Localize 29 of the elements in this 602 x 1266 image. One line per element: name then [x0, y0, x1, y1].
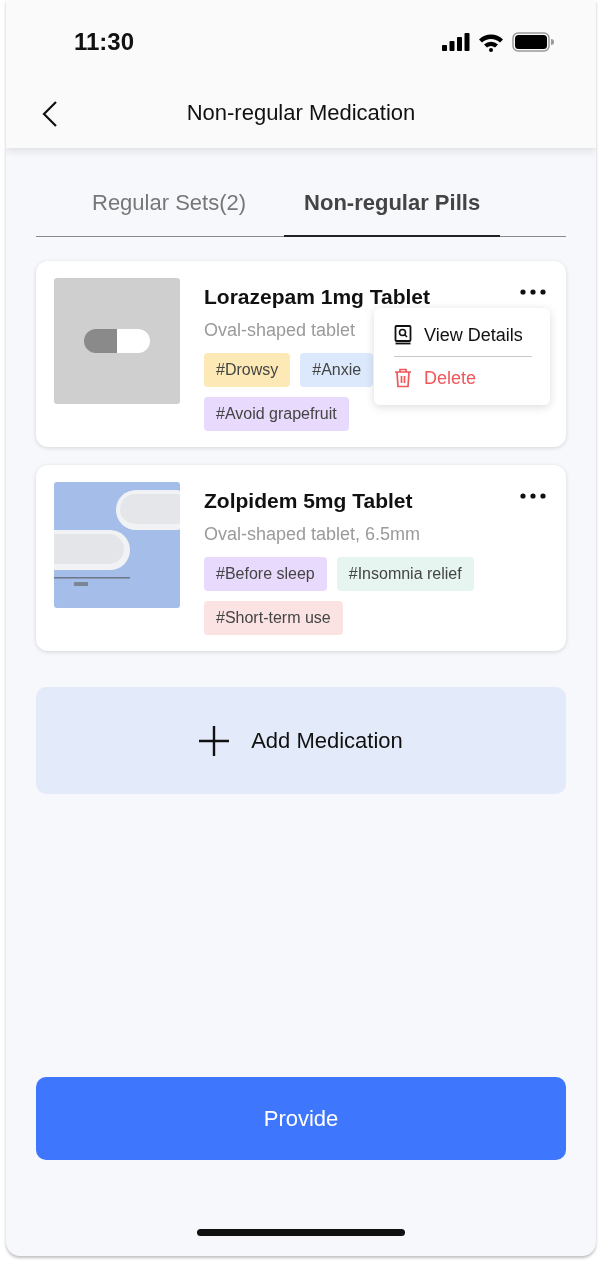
medication-name: Zolpidem 5mg Tablet: [204, 488, 413, 514]
signal-icon: [442, 33, 470, 51]
medication-description: Oval-shaped tablet: [204, 319, 356, 341]
trash-icon: [394, 368, 412, 388]
battery-icon: [512, 32, 554, 52]
book-search-icon: [394, 325, 412, 345]
menu-item[interactable]: View Details: [374, 314, 550, 356]
wifi-icon: [478, 32, 504, 52]
tag: #Avoid grapefruit: [204, 397, 349, 431]
medication-card[interactable]: Zolpidem 5mg Tablet Oval-shaped tablet, 6.5mm #Before sleep #Insomnia relief #Short-term use: [36, 465, 566, 651]
capsule-icon: [84, 329, 150, 353]
tag: #Drowsy: [204, 353, 291, 387]
tag: #Short-term use: [204, 601, 343, 635]
tag: #Before sleep: [204, 557, 327, 591]
medication-card[interactable]: Lorazepam 1mg Tablet Oval-shaped tablet #Drowsy #Anxie #Avoid grapefruit View Details Delete: [36, 261, 566, 447]
tab[interactable]: Non-regular Pills: [284, 178, 501, 237]
tab[interactable]: Regular Sets(2): [92, 178, 247, 237]
status-time: 11:30: [74, 28, 135, 56]
plus-icon: [199, 725, 230, 756]
more-icon[interactable]: [518, 287, 548, 297]
medication-description: Oval-shaped tablet, 6.5mm: [204, 523, 421, 545]
provide-button[interactable]: Provide: [36, 1077, 566, 1160]
medication-name: Lorazepam 1mg Tablet: [204, 284, 430, 310]
tag: #Anxie: [300, 353, 374, 387]
back-icon[interactable]: [42, 100, 58, 128]
tag: #Insomnia relief: [336, 557, 474, 591]
more-icon[interactable]: [518, 491, 548, 501]
add-medication-button[interactable]: Add Medication: [36, 687, 566, 794]
screen-title: Non-regular Medication: [186, 100, 416, 126]
